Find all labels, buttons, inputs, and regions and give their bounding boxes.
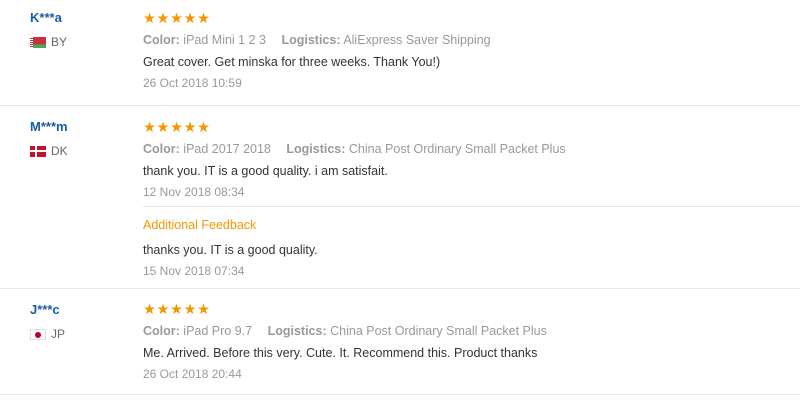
logistics-label: Logistics: bbox=[281, 33, 341, 47]
logistics-value: AliExpress Saver Shipping bbox=[343, 33, 491, 47]
reviewer-info: M***m DK bbox=[30, 119, 68, 158]
review-body: ★ ★ ★ ★ ★ Color: iPad Mini 1 2 3 Logistics: … bbox=[143, 11, 800, 91]
reviewer-info: K***a BY bbox=[30, 10, 67, 49]
star-icon: ★ bbox=[170, 11, 183, 27]
additional-feedback-date: 15 Nov 2018 07:34 bbox=[143, 264, 245, 278]
additional-feedback-text: thanks you. IT is a good quality. bbox=[143, 243, 318, 257]
review-item: M***m DK ★ ★ ★ ★ ★ Color: iPad 2017 2018 Log… bbox=[0, 105, 800, 289]
star-icon: ★ bbox=[197, 302, 210, 318]
color-label: Color: bbox=[143, 324, 180, 338]
star-icon: ★ bbox=[183, 302, 197, 318]
color-value: iPad 2017 2018 bbox=[183, 142, 271, 156]
star-icon: ★ bbox=[143, 120, 156, 136]
reviewer-name[interactable]: K***a bbox=[30, 10, 67, 26]
star-rating: ★ ★ ★ ★ ★ bbox=[143, 11, 800, 27]
belarus-flag-icon bbox=[30, 36, 46, 48]
review-item: K***a BY ★ ★ ★ ★ ★ Color: iPad Mini 1 2 3 Lo… bbox=[0, 0, 800, 106]
additional-feedback: Additional Feedback thanks you. IT is a … bbox=[143, 206, 800, 289]
country-code: JP bbox=[51, 327, 66, 341]
review-text: Great cover. Get minska for three weeks.… bbox=[143, 55, 441, 69]
star-icon: ★ bbox=[170, 120, 183, 136]
country-code: DK bbox=[51, 144, 68, 158]
star-icon: ★ bbox=[197, 120, 210, 136]
logistics-value: China Post Ordinary Small Packet Plus bbox=[348, 142, 566, 156]
logistics-label: Logistics: bbox=[286, 142, 346, 156]
star-icon: ★ bbox=[183, 11, 197, 27]
country-code: BY bbox=[51, 35, 68, 49]
review-date: 26 Oct 2018 10:59 bbox=[143, 76, 242, 90]
review-date: 26 Oct 2018 20:44 bbox=[143, 367, 242, 381]
star-rating: ★ ★ ★ ★ ★ bbox=[143, 120, 800, 136]
star-icon: ★ bbox=[156, 302, 170, 318]
color-label: Color: bbox=[143, 142, 180, 156]
star-icon: ★ bbox=[156, 120, 170, 136]
reviewer-country: BY bbox=[30, 35, 67, 49]
logistics-label: Logistics: bbox=[267, 324, 327, 338]
reviewer-country: JP bbox=[30, 327, 65, 341]
review-meta: Color: iPad Pro 9.7 Logistics: China Pos… bbox=[143, 323, 800, 339]
denmark-flag-icon bbox=[30, 145, 46, 157]
color-value: iPad Pro 9.7 bbox=[183, 324, 253, 338]
review-item: J***c JP ★ ★ ★ ★ ★ Color: iPad Pro 9.7 Logis… bbox=[0, 288, 800, 395]
review-meta: Color: iPad Mini 1 2 3 Logistics: AliExp… bbox=[143, 32, 800, 48]
reviewer-country: DK bbox=[30, 144, 68, 158]
color-value: iPad Mini 1 2 3 bbox=[183, 33, 266, 47]
star-icon: ★ bbox=[143, 11, 156, 27]
color-label: Color: bbox=[143, 33, 180, 47]
logistics-value: China Post Ordinary Small Packet Plus bbox=[330, 324, 547, 338]
review-meta: Color: iPad 2017 2018 Logistics: China P… bbox=[143, 141, 800, 157]
review-body: ★ ★ ★ ★ ★ Color: iPad 2017 2018 Logistics: C… bbox=[143, 120, 800, 200]
japan-flag-icon bbox=[30, 328, 46, 340]
additional-feedback-title: Additional Feedback bbox=[143, 218, 257, 232]
review-date: 12 Nov 2018 08:34 bbox=[143, 185, 245, 199]
reviewer-info: J***c JP bbox=[30, 302, 65, 341]
review-text: thank you. IT is a good quality. i am sa… bbox=[143, 164, 388, 178]
reviewer-name[interactable]: M***m bbox=[30, 119, 68, 135]
star-icon: ★ bbox=[156, 11, 170, 27]
review-text: Me. Arrived. Before this very. Cute. It.… bbox=[143, 346, 538, 360]
star-icon: ★ bbox=[197, 11, 210, 27]
star-rating: ★ ★ ★ ★ ★ bbox=[143, 302, 800, 318]
star-icon: ★ bbox=[170, 302, 183, 318]
review-body: ★ ★ ★ ★ ★ Color: iPad Pro 9.7 Logistics: Chi… bbox=[143, 302, 800, 382]
star-icon: ★ bbox=[183, 120, 197, 136]
reviewer-name[interactable]: J***c bbox=[30, 302, 65, 318]
star-icon: ★ bbox=[143, 302, 156, 318]
